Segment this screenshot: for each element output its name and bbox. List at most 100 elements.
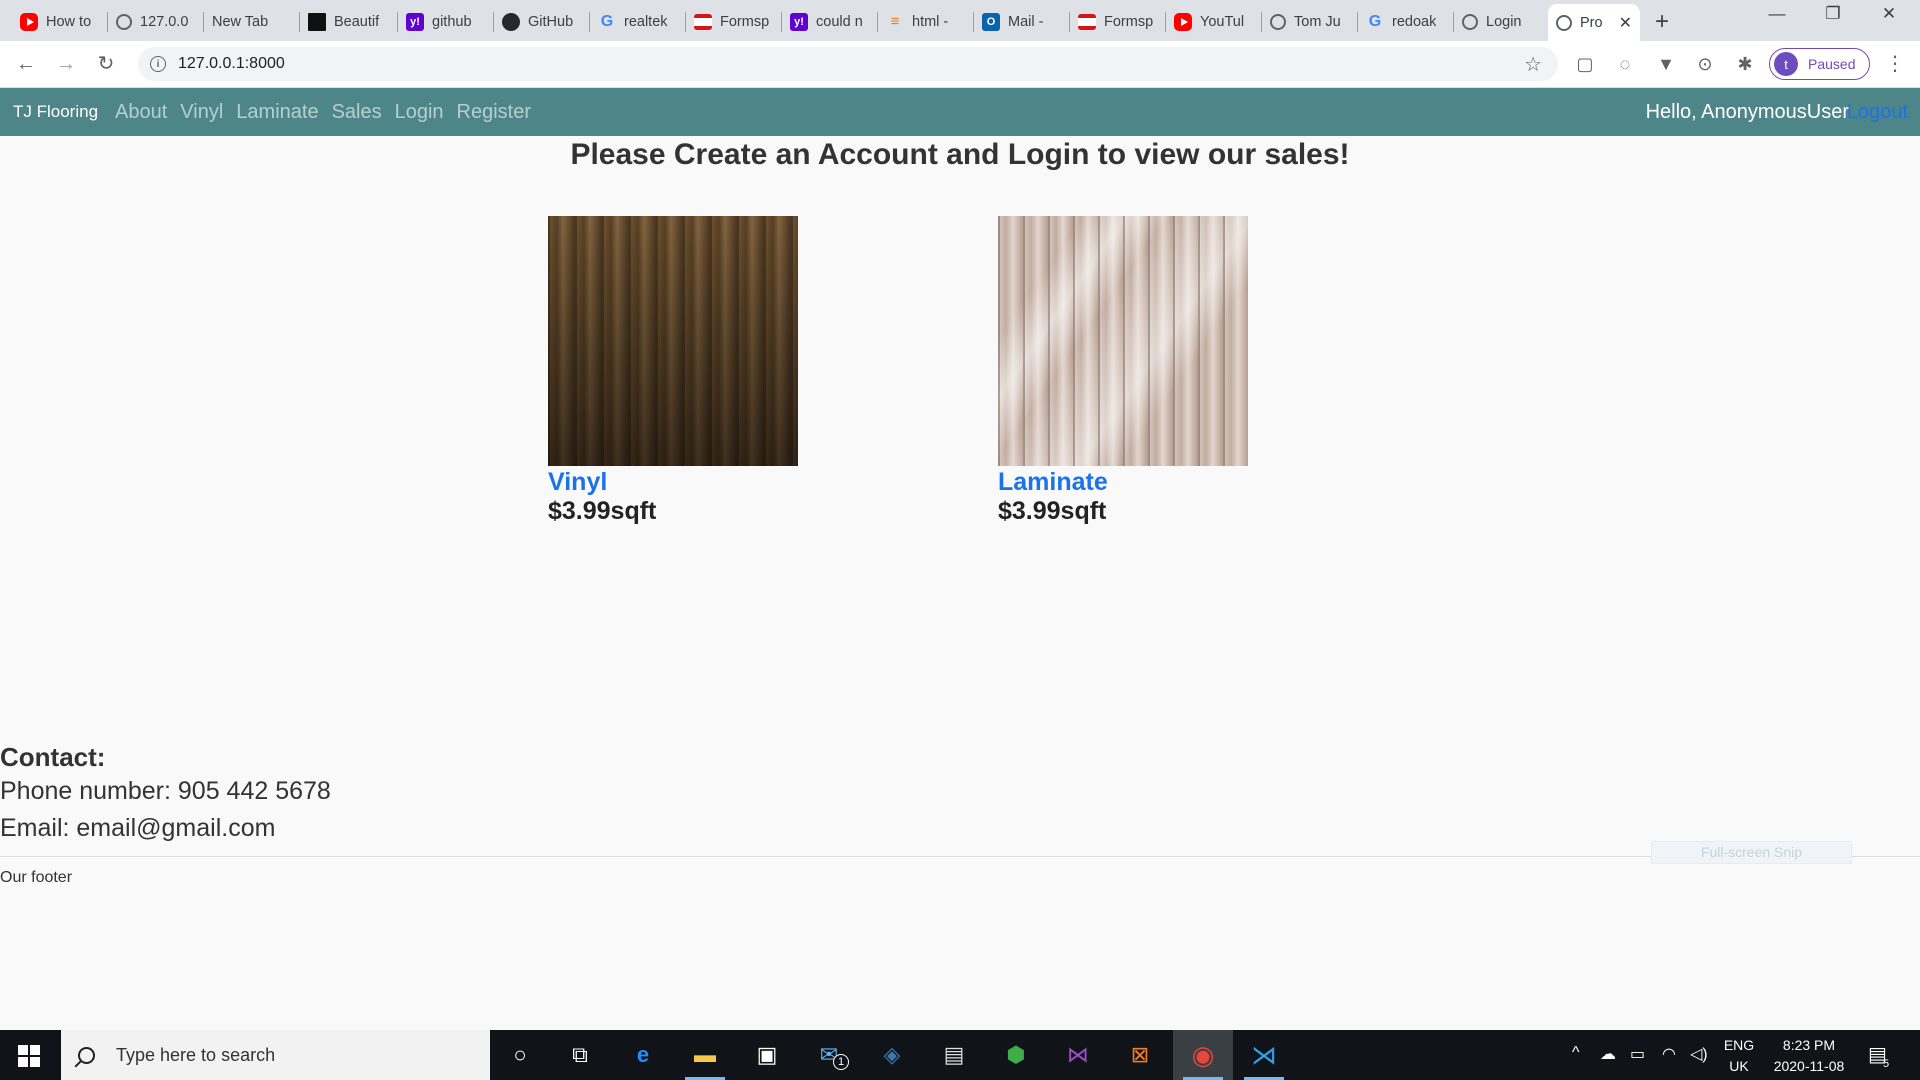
globe-icon [1462, 13, 1478, 30]
profile-button[interactable]: t Paused [1769, 48, 1870, 80]
onedrive-icon[interactable]: ☁ [1600, 1044, 1616, 1064]
browser-tab[interactable]: Grealtek [590, 4, 682, 39]
site-navbar: TJ Flooring About Vinyl Laminate Sales L… [0, 88, 1920, 136]
browser-tab[interactable]: y! github [398, 4, 490, 39]
footer-divider [0, 856, 1920, 857]
browser-tab[interactable]: ≡ html - [878, 4, 970, 39]
extension-icon[interactable]: ▢ [1574, 53, 1596, 75]
nav-link-register[interactable]: Register [457, 101, 531, 124]
product-card-laminate: Laminate $3.99sqft [998, 216, 1248, 526]
bookmark-star-icon[interactable]: ☆ [1524, 52, 1542, 77]
nav-link-vinyl[interactable]: Vinyl [180, 101, 223, 124]
browser-tab[interactable]: Formsp [1070, 4, 1162, 39]
windows-start-icon[interactable] [18, 1045, 40, 1067]
minimize-button[interactable]: — [1754, 4, 1800, 24]
browser-menu-icon[interactable]: ⋮ [1885, 51, 1905, 76]
browser-tab[interactable]: Formsp [686, 4, 778, 39]
forward-icon[interactable]: → [52, 50, 80, 78]
browser-tab[interactable]: y! could n [782, 4, 874, 39]
contact-title: Contact: [0, 742, 106, 772]
globe-icon [1270, 13, 1286, 30]
browser-tab[interactable]: Tom Ju [1262, 4, 1354, 39]
youtube-icon [1174, 12, 1192, 31]
xampp-icon[interactable]: ⊠ [1125, 1040, 1155, 1070]
file-explorer-icon[interactable]: ▬ [690, 1040, 720, 1070]
nav-link-laminate[interactable]: Laminate [236, 101, 318, 124]
info-icon[interactable]: i [150, 56, 166, 72]
clock[interactable]: 8:23 PM 2020-11-08 [1764, 1035, 1854, 1077]
show-hidden-icons-icon[interactable]: ^ [1572, 1044, 1580, 1062]
new-tab-button[interactable]: + [1655, 8, 1669, 36]
reload-icon[interactable]: ↻ [92, 50, 120, 78]
beautify-icon [308, 12, 326, 31]
chrome-icon[interactable]: ◉ [1188, 1040, 1218, 1070]
battery-icon[interactable]: ▭ [1630, 1044, 1645, 1064]
brand-link[interactable]: TJ Flooring [13, 102, 98, 122]
browser-toolbar: ← → ↻ i 127.0.0.1:8000 ☆ ▢ ◌ ▼ ⊙ ✱ t Pau… [0, 41, 1920, 88]
stackoverflow-icon: ≡ [890, 13, 900, 30]
product-name-link[interactable]: Laminate [998, 468, 1248, 497]
cortana-icon[interactable]: ○ [505, 1040, 535, 1070]
volume-icon[interactable]: ◁) [1690, 1044, 1708, 1064]
logout-link[interactable]: Logout [1847, 101, 1908, 124]
mail-badge: 1 [833, 1054, 849, 1070]
edge-icon[interactable]: e [628, 1040, 658, 1070]
task-view-icon[interactable]: ⧉ [565, 1040, 595, 1070]
browser-tab[interactable]: Beautif [300, 4, 396, 39]
vue-devtools-icon[interactable]: ▼ [1655, 53, 1677, 75]
python-icon[interactable]: ◈ [877, 1040, 907, 1070]
browser-tab[interactable]: GitHub [494, 4, 586, 39]
wifi-icon[interactable]: ◠ [1662, 1044, 1676, 1064]
formspree-icon [1078, 13, 1096, 30]
nav-link-sales[interactable]: Sales [332, 101, 382, 124]
nav-link-login[interactable]: Login [395, 101, 444, 124]
taskbar-search-box[interactable]: Type here to search [61, 1030, 490, 1080]
back-icon[interactable]: ← [12, 50, 40, 78]
product-name-link[interactable]: Vinyl [548, 468, 798, 497]
browser-tab-active[interactable]: Pro ✕ [1548, 4, 1640, 41]
nav-link-about[interactable]: About [115, 101, 167, 124]
vscode-icon[interactable]: ⋊ [1249, 1040, 1279, 1070]
product-price: $3.99sqft [998, 497, 1107, 525]
yahoo-icon: y! [406, 12, 424, 31]
node-icon[interactable]: ⬢ [1001, 1040, 1031, 1070]
browser-tab-strip: How to 127.0.0 New Tab Beautif y! github … [0, 0, 1920, 41]
url-text[interactable]: 127.0.0.1:8000 [178, 55, 285, 73]
close-window-button[interactable]: ✕ [1866, 4, 1912, 24]
browser-tab[interactable]: 127.0.0 [108, 4, 200, 39]
search-icon [78, 1046, 95, 1064]
close-tab-icon[interactable]: ✕ [1613, 13, 1632, 33]
profile-status: Paused [1808, 56, 1856, 72]
extension-icon[interactable]: ⊙ [1694, 53, 1716, 75]
contact-email: Email: email@gmail.com [0, 814, 276, 842]
notifications-count: 5 [1883, 1058, 1890, 1070]
product-card-vinyl: Vinyl $3.99sqft [548, 216, 798, 526]
windows-taskbar: Type here to search ○ ⧉ e ▬ ▣ ✉ 1 ◈ ▤ ⬢ … [0, 1030, 1920, 1080]
page-heading: Please Create an Account and Login to vi… [570, 138, 1350, 171]
formspree-icon [694, 13, 712, 30]
google-icon: G [600, 12, 614, 30]
search-placeholder: Type here to search [116, 1044, 276, 1065]
python-file-icon[interactable]: ▤ [939, 1040, 969, 1070]
address-bar[interactable]: i 127.0.0.1:8000 ☆ [138, 47, 1558, 81]
snip-overlay: Full-screen Snip [1651, 841, 1852, 864]
browser-tab[interactable]: Gredoak [1358, 4, 1450, 39]
extension-icon[interactable]: ◌ [1614, 53, 1636, 75]
language-indicator[interactable]: ENG UK [1719, 1035, 1759, 1077]
browser-tab[interactable]: New Tab [204, 4, 296, 39]
product-price: $3.99sqft [548, 497, 657, 525]
puzzle-extensions-icon[interactable]: ✱ [1734, 53, 1756, 75]
browser-tab[interactable]: O Mail - [974, 4, 1066, 39]
browser-tab[interactable]: Login [1454, 4, 1546, 39]
browser-tab[interactable]: YouTul [1166, 4, 1258, 39]
browser-tab[interactable]: How to [12, 4, 104, 39]
outlook-icon: O [982, 12, 1000, 31]
visual-studio-icon[interactable]: ⋈ [1063, 1040, 1093, 1070]
laminate-wood-image[interactable] [998, 216, 1248, 466]
store-icon[interactable]: ▣ [752, 1040, 782, 1070]
contact-section: Contact: Phone number: 905 442 5678 Emai… [0, 741, 331, 847]
globe-icon [116, 13, 132, 30]
vinyl-wood-image[interactable] [548, 216, 798, 466]
restore-button[interactable]: ❐ [1810, 4, 1856, 24]
avatar: t [1774, 52, 1798, 76]
